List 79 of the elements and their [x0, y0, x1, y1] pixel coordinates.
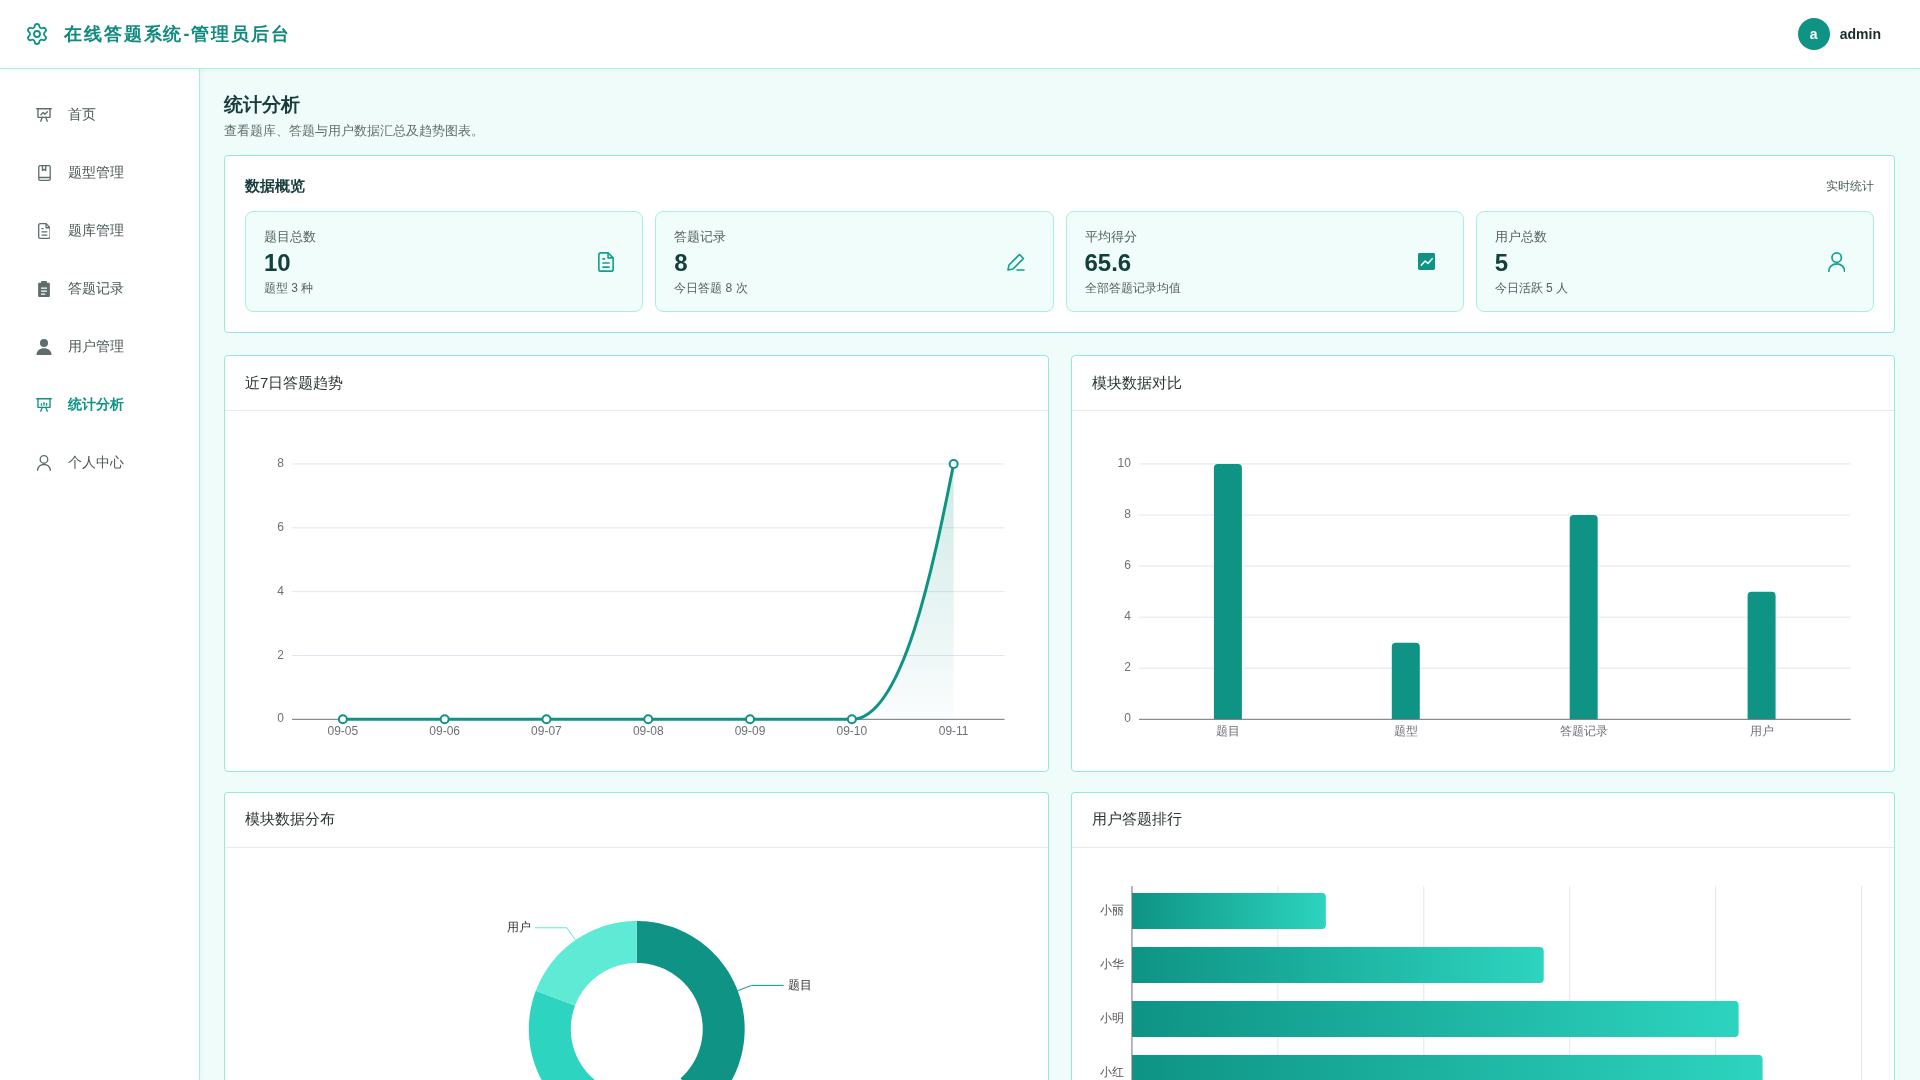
axis-label: 8	[1123, 507, 1131, 522]
document-icon	[598, 251, 615, 272]
axis-label: 题型	[1393, 724, 1418, 738]
stat-label: 用户总数	[1494, 227, 1548, 246]
nav-item[interactable]: 用户管理	[0, 318, 199, 376]
data-point	[541, 714, 552, 725]
pencil-icon	[1006, 252, 1025, 271]
nav-item[interactable]: 题型管理	[0, 144, 199, 202]
card-title: 用户答题排行	[1091, 810, 1182, 830]
app-title: 在线答题系统-管理员后台	[64, 23, 291, 46]
data-point	[439, 714, 450, 725]
document-icon	[37, 223, 51, 239]
user-icon	[1827, 251, 1845, 272]
chart-board-icon	[36, 108, 52, 122]
axis-label: 09-08	[632, 724, 664, 738]
section-title: 数据概览	[245, 176, 305, 196]
axis-label: 题目	[1215, 724, 1240, 738]
stat-note: 题型 3 种	[264, 279, 315, 296]
nav-item[interactable]: 个人中心	[0, 434, 199, 492]
status-label: 实时统计	[1826, 177, 1874, 195]
axis-label: 6	[1123, 558, 1131, 573]
axis-label: 0	[277, 711, 284, 726]
page-subtitle: 查看题库、答题与用户数据汇总及趋势图表。	[224, 123, 485, 140]
leader-line	[737, 984, 785, 991]
card-title: 模块数据分布	[245, 810, 335, 830]
axis-label: 用户	[1749, 724, 1774, 738]
page-title: 统计分析	[224, 93, 301, 117]
slice-label: 题目	[787, 977, 812, 992]
data-point	[846, 714, 857, 725]
settings-icon	[25, 22, 49, 46]
user-name-label: 小明	[1099, 1010, 1124, 1025]
card-title: 模块数据对比	[1091, 373, 1182, 393]
axis-label: 8	[277, 456, 284, 471]
leader-line	[534, 927, 576, 941]
user-avatar[interactable]: a	[1797, 18, 1830, 50]
stat-label: 平均得分	[1084, 227, 1138, 246]
user-name-label: 小华	[1099, 956, 1124, 971]
stat-value: 65.6	[1084, 247, 1133, 278]
data-point	[337, 714, 348, 725]
stat-note: 全部答题记录均值	[1084, 279, 1181, 296]
stat-note: 今日答题 8 次	[674, 279, 748, 296]
clipboard-icon	[38, 281, 50, 297]
nav-item[interactable]: 答题记录	[0, 260, 199, 318]
chart-board-icon	[36, 398, 52, 412]
stat-label: 答题记录	[674, 227, 728, 246]
trend-chart-icon	[1417, 253, 1435, 270]
user-icon	[37, 455, 51, 471]
stat-label: 题目总数	[264, 227, 316, 246]
axis-label: 10	[1117, 456, 1131, 471]
user-icon	[36, 339, 52, 355]
nav-item[interactable]: 首页	[0, 86, 199, 144]
axis-label: 6	[277, 520, 284, 534]
axis-label: 09-11	[938, 724, 969, 738]
axis-label: 答题记录	[1559, 724, 1608, 738]
user-name-label: 小丽	[1099, 903, 1124, 917]
axis-label: 4	[1123, 609, 1131, 624]
axis-label: 09-09	[734, 724, 766, 738]
axis-label: 2	[1123, 660, 1131, 675]
stat-value: 5	[1494, 247, 1510, 278]
axis-label: 2	[277, 647, 284, 662]
nav-item[interactable]: 题库管理	[0, 202, 199, 260]
axis-label: 0	[1123, 711, 1131, 726]
card-title: 近7日答题趋势	[245, 373, 344, 393]
axis-label: 09-10	[836, 724, 868, 738]
data-point	[745, 714, 756, 725]
stat-value: 10	[264, 247, 292, 278]
stat-note: 今日活跃 5 人	[1494, 279, 1569, 296]
axis-label: 09-05	[327, 724, 359, 738]
data-point	[643, 714, 654, 725]
axis-label: 09-06	[429, 724, 460, 738]
axis-label: 4	[277, 583, 284, 598]
username: admin	[1839, 26, 1881, 42]
nav-item[interactable]: 统计分析	[0, 376, 199, 434]
stat-value: 8	[674, 247, 689, 278]
book-icon	[37, 165, 51, 181]
axis-label: 09-07	[531, 724, 562, 738]
user-name-label: 小红	[1099, 1064, 1124, 1079]
data-point	[948, 458, 959, 469]
slice-label: 用户	[506, 919, 531, 934]
